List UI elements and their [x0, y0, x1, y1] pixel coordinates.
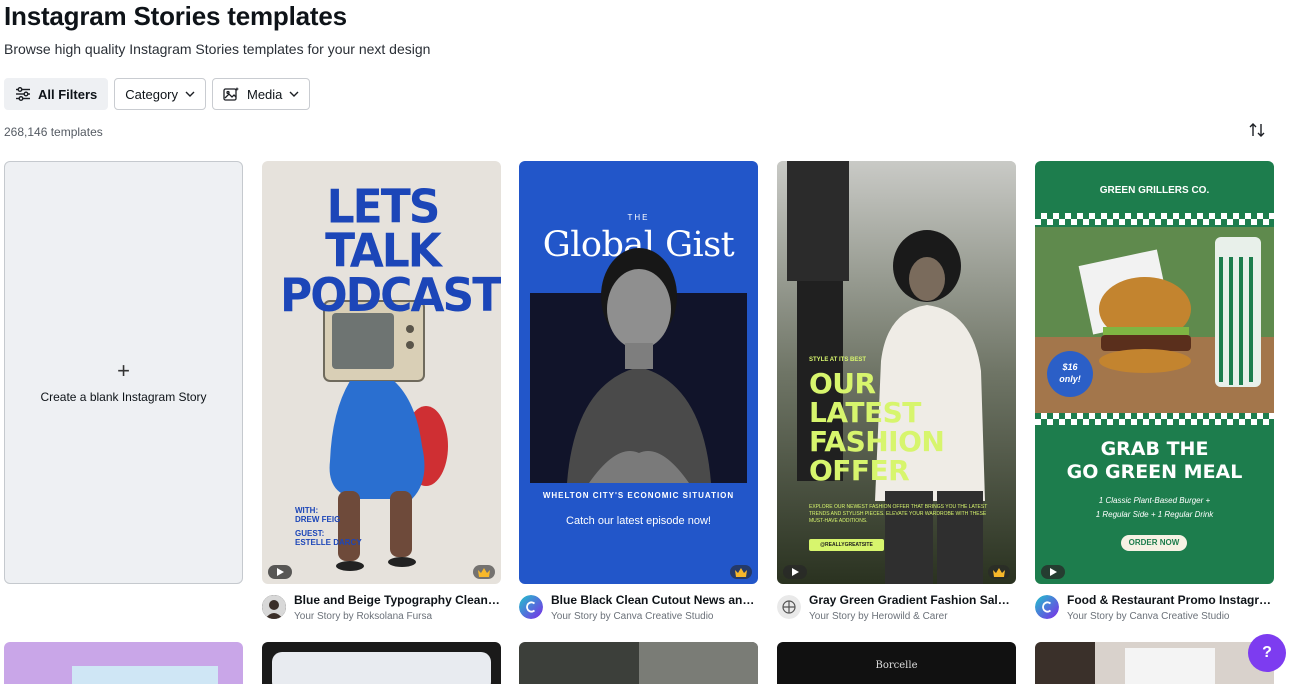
credit-text: DREW FEIG	[295, 515, 341, 524]
headline-line: LETS	[326, 180, 441, 235]
gist-cta: Catch our latest episode now!	[566, 515, 711, 527]
template-card-global-gist[interactable]: THE Global Gist WHELTON CITY'S ECONOMIC …	[519, 161, 758, 584]
template-author[interactable]: Your Story by Herowild & Carer	[809, 611, 948, 623]
headline-line: OUR	[809, 367, 876, 400]
food-order-button-art: ORDER NOW	[1121, 535, 1187, 551]
template-thumbnail-art	[272, 652, 491, 684]
canva-avatar-icon	[519, 595, 543, 619]
fashion-body-text: EXPLORE OUR NEWEST FASHION OFFER THAT BR…	[809, 504, 988, 524]
headline-line: TALK	[325, 224, 442, 279]
template-card-fashion[interactable]: STYLE AT ITS BEST OUR LATEST FASHION OFF…	[777, 161, 1016, 584]
template-meta: Food & Restaurant Promo Instagram ... Yo…	[1035, 593, 1274, 627]
template-count: 268,146 templates	[4, 125, 103, 139]
food-brand: GREEN GRILLERS CO.	[1099, 185, 1210, 196]
media-label: Media	[247, 86, 283, 102]
template-card[interactable]	[1035, 642, 1274, 684]
template-author[interactable]: Your Story by Canva Creative Studio	[1067, 611, 1230, 623]
template-card[interactable]	[519, 642, 758, 684]
desc-line: 1 Regular Side + 1 Regular Drink	[1095, 510, 1214, 519]
podcast-credits: WITH: DREW FEIG GUEST: ESTELLE DARCY	[295, 506, 362, 547]
chevron-down-icon	[185, 91, 195, 97]
sliders-icon	[15, 87, 31, 101]
filter-bar: All Filters Category Media	[4, 78, 311, 110]
headline-line: PODCAST	[280, 268, 501, 323]
crown-icon	[473, 565, 495, 579]
crown-icon	[988, 565, 1010, 579]
price-text: only!	[1059, 374, 1081, 384]
category-label: Category	[125, 86, 178, 102]
avatar	[777, 595, 801, 619]
template-title[interactable]: Blue and Beige Typography Clean N...	[294, 593, 501, 608]
template-author[interactable]: Your Story by Roksolana Fursa	[294, 611, 432, 623]
media-icon	[223, 86, 240, 102]
checker-border	[1035, 213, 1274, 225]
page-title: Instagram Stories templates	[4, 1, 347, 31]
template-thumbnail-art	[72, 666, 218, 684]
food-headline: GRAB THE GO GREEN MEAL	[1035, 438, 1274, 484]
canva-avatar-icon	[1035, 595, 1059, 619]
template-card[interactable]: Borcelle	[777, 642, 1016, 684]
template-thumbnail-art	[1035, 642, 1095, 684]
page-subtitle: Browse high quality Instagram Stories te…	[4, 41, 431, 57]
template-title[interactable]: Blue Black Clean Cutout News and P...	[551, 593, 758, 608]
template-card[interactable]	[4, 642, 243, 684]
headline-line: OFFER	[809, 454, 910, 487]
category-dropdown[interactable]: Category	[114, 78, 206, 110]
fashion-headline: OUR LATEST FASHION OFFER	[809, 367, 945, 487]
create-blank-story-card[interactable]: + Create a blank Instagram Story	[4, 161, 243, 584]
play-icon	[1041, 565, 1065, 579]
template-meta: Blue and Beige Typography Clean N... You…	[262, 593, 501, 627]
podcast-headline: LETS TALK PODCAST	[280, 180, 501, 323]
template-thumbnail-art	[639, 642, 758, 684]
chevron-down-icon	[289, 91, 299, 97]
credit-text: GUEST:	[295, 529, 325, 538]
template-card-food[interactable]: GREEN GRILLERS CO. $16 only! GRAB THE GO…	[1035, 161, 1274, 584]
gist-kicker: WHELTON CITY'S ECONOMIC SITUATION	[542, 491, 735, 500]
template-author[interactable]: Your Story by Canva Creative Studio	[551, 611, 714, 623]
desc-line: 1 Classic Plant-Based Burger +	[1098, 496, 1211, 505]
sort-icon	[1249, 122, 1265, 142]
template-title[interactable]: Food & Restaurant Promo Instagram ...	[1067, 593, 1274, 608]
headline-line: FASHION	[809, 425, 945, 458]
template-meta: Blue Black Clean Cutout News and P... Yo…	[519, 593, 758, 627]
food-description: 1 Classic Plant-Based Burger + 1 Regular…	[1035, 494, 1274, 522]
plus-icon: +	[117, 357, 130, 383]
template-card-podcast[interactable]: LETS TALK PODCAST WITH: DREW FEIG GUEST:…	[262, 161, 501, 584]
media-dropdown[interactable]: Media	[212, 78, 311, 110]
fashion-site-tag: @REALLYGREATSITE	[809, 539, 884, 551]
headline-line: GRAB THE	[1100, 438, 1209, 460]
create-blank-label: Create a blank Instagram Story	[40, 389, 207, 404]
price-text: $16	[1062, 362, 1078, 372]
template-meta: Gray Green Gradient Fashion Sale Yo... Y…	[777, 593, 1016, 627]
food-price-badge: $16 only!	[1047, 351, 1093, 397]
avatar	[262, 595, 286, 619]
all-filters-label: All Filters	[38, 86, 98, 102]
template-card[interactable]	[262, 642, 501, 684]
sort-button[interactable]	[1245, 121, 1269, 143]
play-icon	[268, 565, 292, 579]
crown-icon	[730, 565, 752, 579]
borcelle-text: Borcelle	[875, 660, 918, 671]
checker-border	[1035, 413, 1274, 425]
credit-text: ESTELLE DARCY	[295, 538, 362, 547]
template-thumbnail-art	[1125, 648, 1215, 684]
headline-line: LATEST	[809, 396, 921, 429]
all-filters-button[interactable]: All Filters	[4, 78, 109, 110]
template-title[interactable]: Gray Green Gradient Fashion Sale Yo...	[809, 593, 1016, 608]
credit-text: WITH:	[295, 506, 319, 515]
fashion-style-text: STYLE AT ITS BEST	[809, 357, 867, 363]
play-icon	[783, 565, 807, 579]
headline-line: GO GREEN MEAL	[1066, 461, 1243, 483]
help-button[interactable]: ?	[1248, 634, 1286, 672]
